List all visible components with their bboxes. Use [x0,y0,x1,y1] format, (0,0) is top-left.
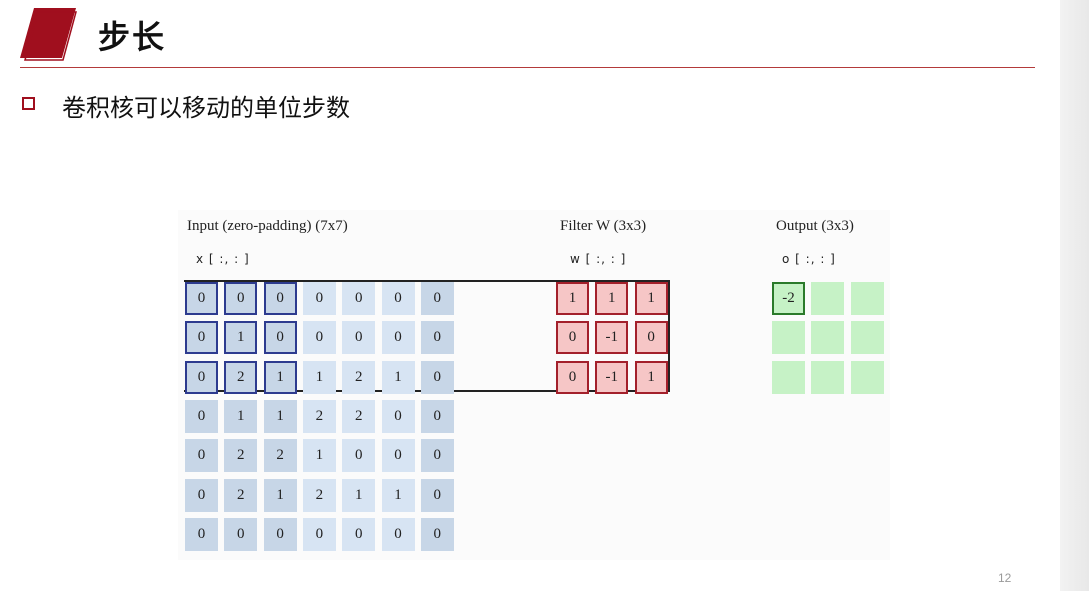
input-cell: 0 [263,517,297,551]
input-cell: 2 [302,478,336,512]
input-cell: 0 [302,282,336,315]
input-cell: 0 [302,321,336,355]
filter-label: Filter W (3x3) [560,218,647,234]
input-cell: 0 [185,517,218,551]
output-label: Output (3x3) [776,218,854,234]
bullet-square-icon [22,97,35,110]
input-cell: 1 [381,478,415,512]
input-cell: 0 [420,517,454,551]
input-cell: 1 [381,360,415,394]
input-cell: 2 [224,360,258,394]
input-cell: 0 [342,321,376,355]
input-cell: 0 [185,439,218,473]
input-label: Input (zero-padding) (7x7) [187,218,348,234]
input-cell: 2 [263,439,297,473]
input-cell: 2 [302,399,336,433]
slide-title-logo-icon [20,8,77,61]
input-cell: 1 [263,478,297,512]
filter-cell: 1 [595,282,629,315]
filter-cell: 0 [634,321,668,355]
input-cell: 0 [224,282,258,315]
output-cell [850,282,884,315]
input-cell: 1 [224,321,258,355]
output-cell [850,321,884,355]
output-cell [772,360,805,394]
filter-cell: -1 [595,360,629,394]
filter-cell: 1 [634,282,668,315]
output-cell [772,321,805,355]
input-cell: 0 [381,517,415,551]
output-cell [850,360,884,394]
slide-right-band [1060,0,1089,591]
input-cell: 2 [224,439,258,473]
output-sublabel: o [ :, : ] [782,252,836,266]
input-cell: 0 [342,282,376,315]
filter-cell: 1 [634,360,668,394]
input-cell: 1 [342,478,376,512]
input-cell: 0 [224,517,258,551]
filter-cell: 0 [556,360,589,394]
input-cell: 0 [420,478,454,512]
input-cell: 0 [420,321,454,355]
output-cell: -2 [772,282,805,315]
input-sublabel: x [ :, : ] [196,252,250,266]
input-cell: 0 [381,439,415,473]
input-cell: 0 [420,439,454,473]
filter-sublabel: w [ :, : ] [570,252,627,266]
input-cell: 0 [263,282,297,315]
input-cell: 0 [185,399,218,433]
input-cell: 0 [381,321,415,355]
page-number: 12 [998,571,1012,585]
filter-cell: -1 [595,321,629,355]
input-cell: 0 [185,321,218,355]
output-cell [811,360,845,394]
input-cell: 0 [185,360,218,394]
stride-figure: Input (zero-padding) (7x7) x [ :, : ] Fi… [178,210,890,560]
input-cell: 2 [342,360,376,394]
input-cell: 0 [342,517,376,551]
input-cell: 1 [263,399,297,433]
input-cell: 2 [224,478,258,512]
input-cell: 0 [185,282,218,315]
input-cell: 1 [302,439,336,473]
output-cell [811,282,845,315]
slide-title: 步长 [98,18,167,56]
input-cell: 0 [302,517,336,551]
output-cell [811,321,845,355]
title-divider [20,67,1035,68]
input-cell: 0 [381,282,415,315]
input-cell: 2 [342,399,376,433]
input-cell: 0 [263,321,297,355]
input-cell: 0 [420,399,454,433]
filter-cell: 1 [556,282,589,315]
filter-cell: 0 [556,321,589,355]
input-cell: 1 [263,360,297,394]
input-cell: 0 [420,282,454,315]
input-cell: 0 [342,439,376,473]
input-cell: 1 [302,360,336,394]
input-cell: 0 [381,399,415,433]
input-cell: 1 [224,399,258,433]
input-cell: 0 [185,478,218,512]
bullet-text: 卷积核可以移动的单位步数 [62,94,350,122]
input-cell: 0 [420,360,454,394]
